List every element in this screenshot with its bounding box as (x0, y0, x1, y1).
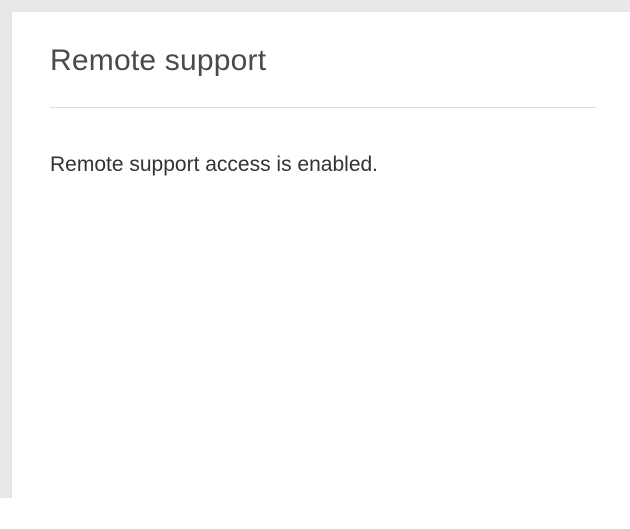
card-title: Remote support (50, 44, 267, 77)
title-divider (50, 107, 596, 108)
status-message: Remote support access is enabled. (50, 153, 379, 176)
remote-support-card: Remote support Remote support access is … (12, 12, 630, 498)
page-bottom-area (0, 498, 630, 529)
